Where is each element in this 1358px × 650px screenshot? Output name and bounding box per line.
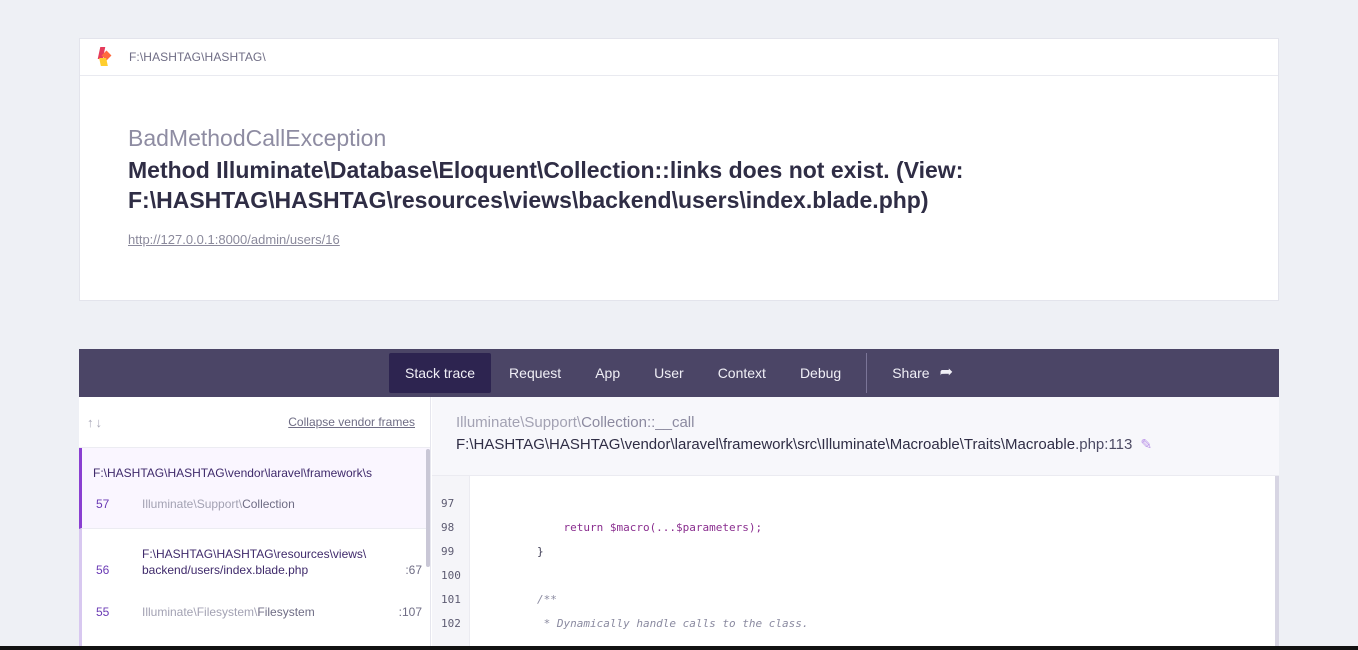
line-number: 100 xyxy=(441,569,461,582)
error-header-card: F:\HASHTAG\HASHTAG\ BadMethodCallExcepti… xyxy=(79,38,1279,301)
frame-file-path: F:\HASHTAG\HASHTAG\vendor\laravel\framew… xyxy=(456,436,1153,453)
frame-number: 57 xyxy=(96,497,110,511)
edit-pencil-icon[interactable]: ✎ xyxy=(1140,436,1152,452)
window-bottom-edge xyxy=(0,646,1358,650)
card-top-bar: F:\HASHTAG\HASHTAG\ xyxy=(80,39,1278,76)
line-number: 98 xyxy=(441,521,455,534)
exception-message: Method Illuminate\Database\Eloquent\Coll… xyxy=(128,157,964,213)
frame-line-55: :107 xyxy=(398,605,422,619)
frame-nav-arrows-icon[interactable]: ↑↓ xyxy=(87,415,104,430)
code-line: /** xyxy=(484,593,557,606)
line-number: 101 xyxy=(441,593,461,606)
stack-panel: Stack trace Request App User Context Deb… xyxy=(79,349,1279,650)
code-line: * Dynamically handle calls to the class. xyxy=(484,617,809,630)
share-button[interactable]: Share ➦ xyxy=(876,353,969,393)
frame-number: 56 xyxy=(96,563,110,577)
code-line: } xyxy=(484,545,544,558)
line-number: 99 xyxy=(441,545,455,558)
frame-class-method: Illuminate\Support\Collection::__call xyxy=(456,414,695,431)
frames-list-header: ↑↓ Collapse vendor frames xyxy=(79,397,430,448)
frame-line: :67 xyxy=(405,563,422,577)
tab-bar: Stack trace Request App User Context Deb… xyxy=(79,349,1279,397)
request-url-link[interactable]: http://127.0.0.1:8000/admin/users/16 xyxy=(128,232,340,247)
frames-list: ↑↓ Collapse vendor frames F:\HASHTAG\HAS… xyxy=(79,397,431,650)
ignition-logo-icon xyxy=(97,46,112,68)
tab-stack-trace[interactable]: Stack trace xyxy=(389,353,492,393)
tab-divider xyxy=(866,353,868,393)
line-number: 97 xyxy=(441,497,455,510)
exception-class: BadMethodCallException xyxy=(128,125,387,151)
tab-context[interactable]: Context xyxy=(702,353,782,393)
frame-number-55[interactable]: 55 xyxy=(96,605,109,619)
code-viewer: Illuminate\Support\Collection::__call F:… xyxy=(432,397,1279,650)
frames-scrollbar[interactable] xyxy=(426,449,430,567)
collapse-vendor-frames-link[interactable]: Collapse vendor frames xyxy=(288,415,415,429)
frame-file: F:\HASHTAG\HASHTAG\vendor\laravel\framew… xyxy=(93,466,372,480)
code-viewer-header: Illuminate\Support\Collection::__call F:… xyxy=(432,397,1279,476)
share-label: Share xyxy=(892,365,930,381)
line-number: 102 xyxy=(441,617,461,630)
tab-user[interactable]: User xyxy=(638,353,700,393)
frame-file-line1: F:\HASHTAG\HASHTAG\resources\views\ xyxy=(142,547,367,561)
stack-frame-56[interactable]: F:\HASHTAG\HASHTAG\resources\views\ 56 b… xyxy=(79,529,430,649)
frame-file-line2: backend/users/index.blade.php xyxy=(142,563,309,577)
tab-app[interactable]: App xyxy=(579,353,636,393)
code-snippet: 97 98 99 100 101 102 return $macro(...$p… xyxy=(432,476,1279,650)
code-scrollbar[interactable] xyxy=(1275,476,1279,650)
stack-frame-57[interactable]: F:\HASHTAG\HASHTAG\vendor\laravel\framew… xyxy=(79,448,430,529)
tab-request[interactable]: Request xyxy=(493,353,577,393)
code-line: return $macro(...$parameters); xyxy=(484,521,763,534)
app-path: F:\HASHTAG\HASHTAG\ xyxy=(129,50,266,64)
tab-debug[interactable]: Debug xyxy=(784,353,857,393)
frame-class-55[interactable]: Illuminate\Filesystem\Filesystem xyxy=(142,605,315,619)
share-arrow-icon: ➦ xyxy=(939,364,953,381)
frame-class: Illuminate\Support\Collection xyxy=(142,497,295,511)
